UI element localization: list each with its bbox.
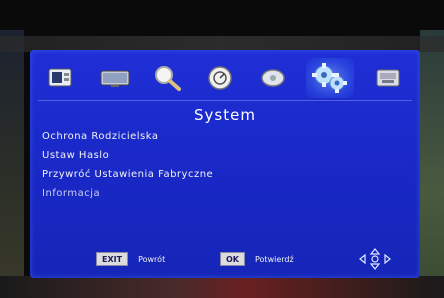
system-menu-list: Ochrona Rodzicielska Ustaw Haslo Przywró… [42,127,342,203]
background-right-edge [420,30,444,298]
navigation-arrows-icon [359,248,391,270]
gears-icon [312,63,348,93]
ok-hint: OK Potwierdź [220,252,294,266]
options-tab[interactable] [254,63,292,93]
menu-item-factory-reset[interactable]: Przywróć Ustawienia Fabryczne [42,165,342,184]
monitor-icon [100,70,130,87]
background-left-edge [0,30,24,298]
menu-item-set-password[interactable]: Ustaw Haslo [42,146,342,165]
background-bottom-edge [0,276,444,298]
menu-tab-bar [30,56,420,100]
clock-icon [208,66,232,90]
options-icon [260,69,285,87]
ok-key[interactable]: OK [220,252,245,266]
ok-label: Potwierdź [255,254,294,264]
usb-tab[interactable] [369,63,407,93]
system-tab[interactable] [306,58,355,98]
icon-bar-divider [38,100,412,101]
system-menu-panel: System Ochrona Rodzicielska Ustaw Haslo … [30,50,420,278]
picture-tab[interactable] [96,63,134,93]
help-bar: EXIT Powrót OK Potwierdź [30,246,420,272]
exit-hint: EXIT Powrót [96,252,165,266]
page-title: System [194,106,256,124]
search-tab[interactable] [148,63,186,93]
usb-icon [376,69,400,87]
exit-label: Powrót [138,254,166,264]
exit-key[interactable]: EXIT [96,252,129,266]
tv-channel-icon [48,68,72,87]
search-icon [155,66,182,91]
tv-channel-tab[interactable] [43,63,81,93]
time-tab[interactable] [201,63,239,93]
menu-item-parental-control[interactable]: Ochrona Rodzicielska [42,127,342,146]
menu-item-information[interactable]: Informacja [42,184,342,203]
